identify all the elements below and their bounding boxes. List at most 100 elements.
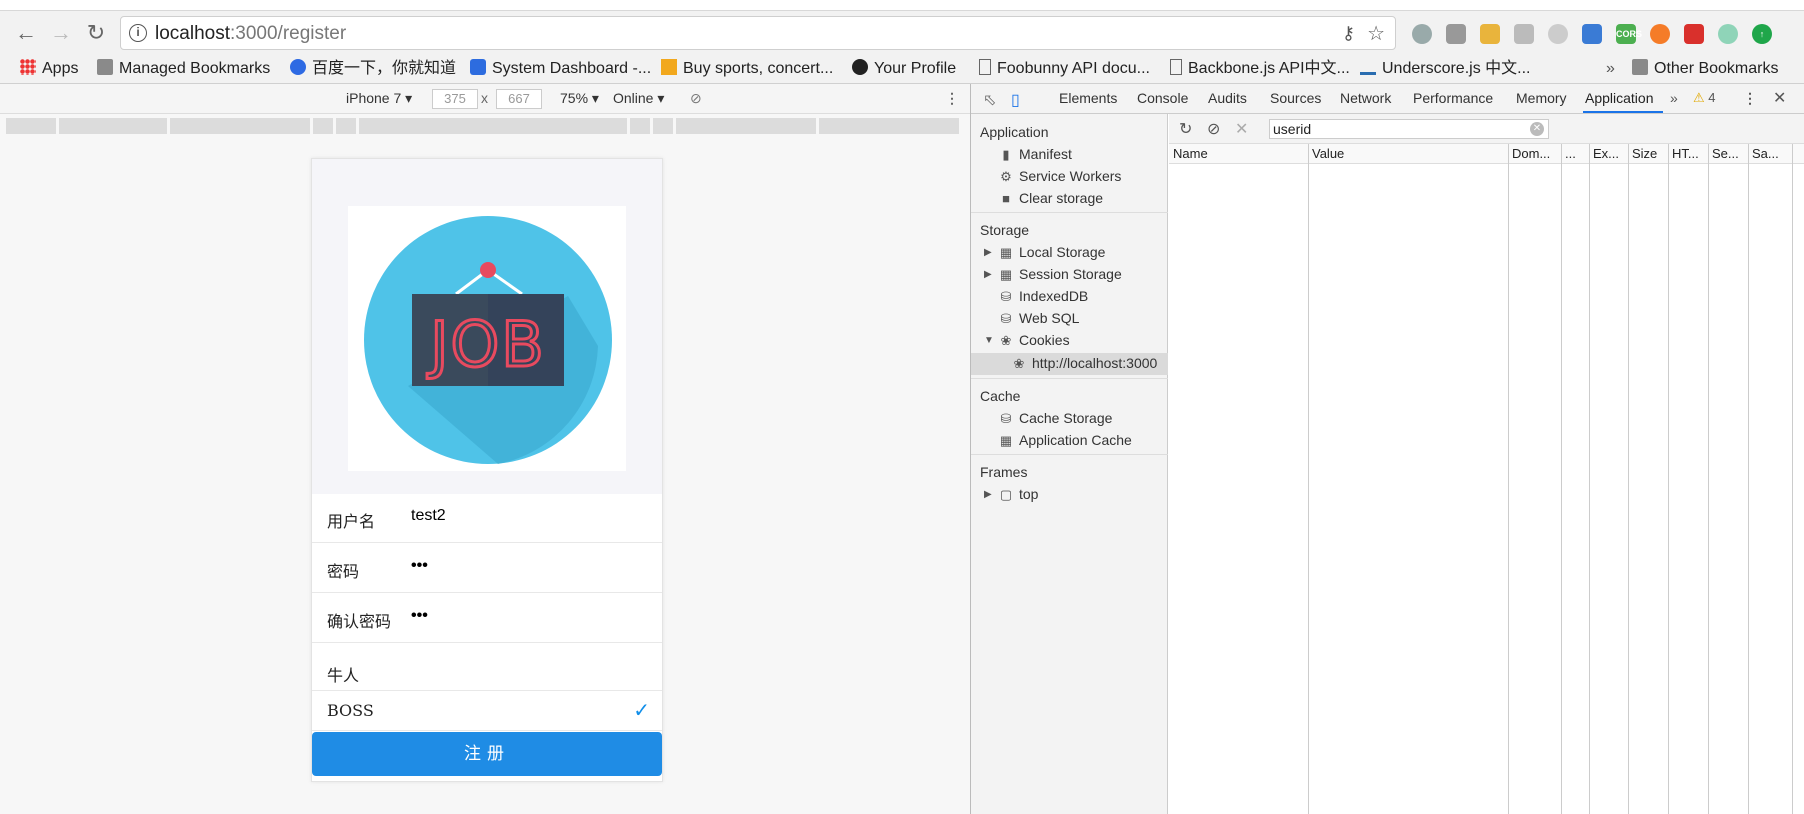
extension-bulb-icon[interactable] — [1548, 24, 1568, 44]
bookmarks-overflow-icon[interactable]: » — [1606, 57, 1615, 81]
column-path[interactable]: ... — [1565, 146, 1587, 161]
key-icon[interactable]: ⚷ — [1342, 23, 1355, 44]
network-throttle-select[interactable]: Online ▾ — [613, 90, 664, 107]
sidebar-item-cookies[interactable]: ❀ Cookies — [999, 332, 1070, 349]
expand-arrow-icon[interactable]: ▶ — [984, 269, 992, 280]
zoom-select[interactable]: 75% ▾ — [560, 90, 599, 107]
device-height-input[interactable]: 667 — [496, 89, 542, 109]
sidebar-item-application-cache[interactable]: ▦ Application Cache — [999, 432, 1132, 449]
column-samesite[interactable]: Sa... — [1752, 146, 1792, 161]
underscore-icon — [1360, 59, 1376, 75]
sidebar-item-cookie-origin[interactable]: ❀ http://localhost:3000 — [1012, 355, 1158, 372]
close-devtools-icon[interactable]: ✕ — [1773, 88, 1786, 108]
inspect-element-icon[interactable]: ⬁ — [983, 90, 996, 110]
sidebar-item-session-storage[interactable]: ▦ Session Storage — [999, 266, 1122, 283]
register-button[interactable]: 注册 — [312, 732, 662, 776]
back-icon[interactable]: ← — [12, 19, 40, 47]
column-expires[interactable]: Ex... — [1593, 146, 1629, 161]
clear-filter-icon[interactable]: ✕ — [1530, 122, 1544, 136]
extension-update-icon[interactable]: ↑ — [1752, 24, 1772, 44]
column-value[interactable]: Value — [1312, 146, 1502, 161]
bookmark-apps[interactable]: Apps — [20, 57, 78, 81]
filter-input[interactable]: userid ✕ — [1269, 119, 1549, 139]
device-mode-icon[interactable]: ▯ — [1011, 90, 1020, 110]
file-icon: ▮ — [1002, 147, 1010, 162]
collapse-arrow-icon[interactable]: ▼ — [984, 335, 994, 346]
extension-target-icon[interactable] — [1718, 24, 1738, 44]
database-icon: ⛁ — [1000, 289, 1012, 304]
sidebar-item-local-storage[interactable]: ▦ Local Storage — [999, 244, 1106, 261]
bookmark-your-profile[interactable]: Your Profile — [852, 57, 956, 81]
reload-icon[interactable]: ↻ — [82, 19, 110, 47]
star-icon[interactable]: ☆ — [1367, 21, 1385, 46]
trash-icon: ■ — [1002, 191, 1010, 206]
rotate-icon[interactable]: ⊘ — [690, 90, 702, 107]
sidebar-item-web-sql[interactable]: ⛁ Web SQL — [999, 310, 1080, 327]
tab-console[interactable]: Console — [1137, 90, 1188, 106]
folder-icon — [1632, 59, 1648, 75]
more-tabs-icon[interactable]: » — [1670, 90, 1678, 106]
password-input[interactable]: ••• — [411, 557, 641, 575]
tab-audits[interactable]: Audits — [1208, 90, 1247, 106]
column-divider — [1628, 144, 1629, 814]
bookmark-other[interactable]: Other Bookmarks — [1632, 57, 1778, 81]
bookmark-underscore[interactable]: Underscore.js 中文... — [1360, 57, 1531, 81]
bookmark-managed[interactable]: Managed Bookmarks — [97, 57, 270, 81]
expand-arrow-icon[interactable]: ▶ — [984, 247, 992, 258]
bookmark-foobunny[interactable]: Foobunny API docu... — [979, 57, 1150, 81]
url-text[interactable]: localhost:3000/register — [155, 23, 346, 45]
devtools-menu-icon[interactable]: ⋮ — [1743, 90, 1757, 107]
tab-network[interactable]: Network — [1340, 90, 1391, 106]
bookmark-baidu[interactable]: 百度一下，你就知道 — [290, 57, 456, 81]
address-bar[interactable]: i localhost:3000/register ⚷ ☆ — [120, 16, 1396, 50]
sidebar-item-indexeddb[interactable]: ⛁ IndexedDB — [999, 288, 1089, 305]
bookmark-backbone[interactable]: Backbone.js API中文... — [1170, 57, 1350, 81]
tab-application[interactable]: Application — [1585, 90, 1654, 106]
column-name[interactable]: Name — [1173, 146, 1303, 161]
device-select[interactable]: iPhone 7 ▾ — [346, 90, 412, 107]
column-domain[interactable]: Dom... — [1512, 146, 1560, 161]
confirm-password-input[interactable]: ••• — [411, 607, 641, 625]
role-label-genius: 牛人 — [327, 666, 360, 685]
extension-x-icon[interactable] — [1650, 24, 1670, 44]
column-size[interactable]: Size — [1632, 146, 1668, 161]
warning-icon[interactable]: ⚠ 4 — [1693, 90, 1716, 106]
sidebar-item-clear-storage[interactable]: ■ Clear storage — [999, 190, 1103, 206]
info-icon[interactable]: i — [129, 24, 147, 42]
refresh-icon[interactable]: ↻ — [1179, 119, 1192, 139]
more-options-icon[interactable]: ⋮ — [945, 90, 959, 107]
extension-devtools-icon[interactable] — [1582, 24, 1602, 44]
tab-elements[interactable]: Elements — [1059, 90, 1117, 106]
device-width-input[interactable]: 375 — [432, 89, 478, 109]
extension-adblock-icon[interactable] — [1684, 24, 1704, 44]
username-input[interactable]: test2 — [411, 507, 641, 525]
tab-performance[interactable]: Performance — [1413, 90, 1493, 106]
section-cache: Cache — [980, 388, 1021, 404]
sidebar-item-service-workers[interactable]: ⚙ Service Workers — [999, 168, 1121, 185]
application-sidebar: Application ▮ Manifest ⚙ Service Workers ■… — [971, 114, 1168, 814]
role-option-genius[interactable]: 牛人 — [312, 650, 662, 691]
column-secure[interactable]: Se... — [1712, 146, 1748, 161]
clear-all-icon[interactable]: ⊘ — [1207, 119, 1220, 139]
tab-sources[interactable]: Sources — [1270, 90, 1321, 106]
expand-arrow-icon[interactable]: ▶ — [984, 489, 992, 500]
extension-globe-icon[interactable] — [1412, 24, 1432, 44]
device-toolbar: iPhone 7 ▾ 375 x 667 75% ▾ Online ▾ ⊘ ⋮ — [0, 84, 970, 114]
extension-camera-icon[interactable] — [1446, 24, 1466, 44]
extension-cors-icon[interactable]: CORS — [1616, 24, 1642, 44]
phone-screen: JOB 用户名 test2 密码 ••• 确认密码 ••• 牛人 BOSS ✓ … — [311, 158, 663, 782]
forward-icon[interactable]: → — [47, 19, 75, 47]
extension-k-icon[interactable] — [1514, 24, 1534, 44]
tab-memory[interactable]: Memory — [1516, 90, 1567, 106]
bookmark-system-dashboard[interactable]: System Dashboard -... — [470, 57, 651, 81]
sidebar-item-cache-storage[interactable]: ⛁ Cache Storage — [999, 410, 1113, 427]
sidebar-item-frame-top[interactable]: ▢ top — [999, 486, 1039, 503]
sidebar-item-manifest[interactable]: ▮ Manifest — [999, 146, 1072, 163]
role-option-boss[interactable]: BOSS ✓ — [312, 691, 662, 731]
bookmark-buy-sports[interactable]: Buy sports, concert... — [661, 57, 833, 81]
extension-feather-icon[interactable] — [1480, 24, 1500, 44]
github-icon — [852, 59, 868, 75]
column-httponly[interactable]: HT... — [1672, 146, 1708, 161]
delete-selected-icon[interactable]: ✕ — [1235, 119, 1248, 139]
cookies-toolbar: ↻ ⊘ ✕ userid ✕ — [1169, 114, 1804, 144]
